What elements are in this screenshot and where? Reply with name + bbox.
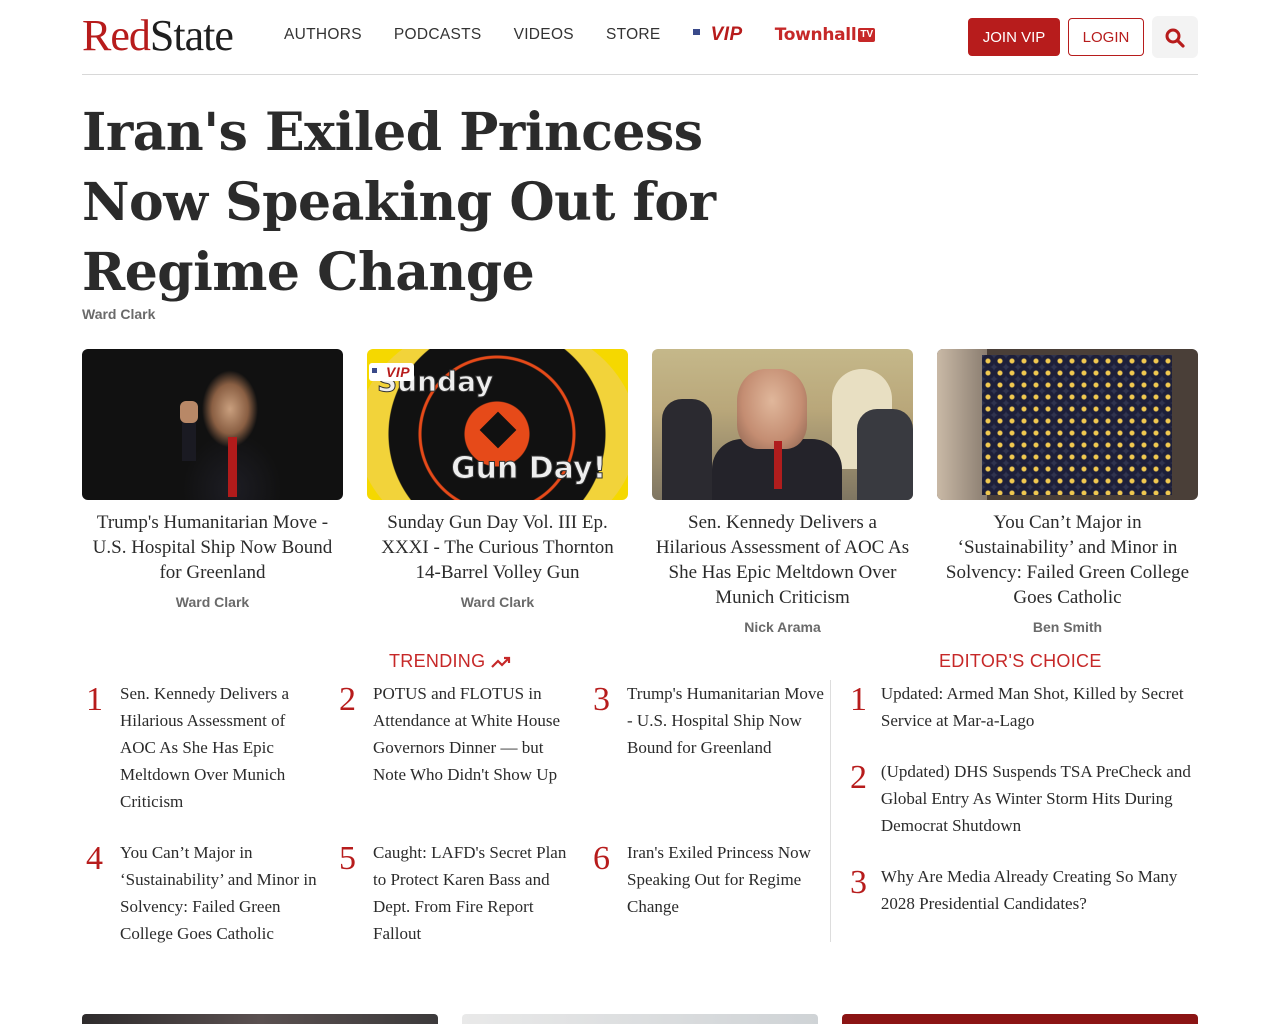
editors-choice-rank: 1 bbox=[850, 681, 867, 718]
nav-authors[interactable]: AUTHORS bbox=[284, 24, 362, 46]
trending-link[interactable]: Sen. Kennedy Delivers a Hilarious Assess… bbox=[120, 680, 320, 815]
nav-podcasts[interactable]: PODCASTS bbox=[394, 24, 482, 46]
card-title[interactable]: Sunday Gun Day Vol. III Ep. XXXI - The C… bbox=[367, 510, 628, 585]
card-title[interactable]: You Can’t Major in ‘Sustainability’ and … bbox=[937, 510, 1198, 610]
trending-item[interactable]: 2 POTUS and FLOTUS in Attendance at Whit… bbox=[335, 680, 575, 788]
flag-icon bbox=[692, 29, 709, 41]
editors-choice-link[interactable]: (Updated) DHS Suspends TSA PreCheck and … bbox=[881, 758, 1198, 839]
logo-red-part: Red bbox=[82, 11, 151, 60]
bottom-card-image[interactable] bbox=[842, 1014, 1198, 1024]
card-image[interactable] bbox=[937, 349, 1198, 500]
search-button[interactable] bbox=[1152, 16, 1198, 58]
site-header: RedState AUTHORS PODCASTS VIDEOS STORE V… bbox=[82, 0, 1198, 75]
card-article[interactable]: You Can’t Major in ‘Sustainability’ and … bbox=[937, 349, 1198, 635]
site-logo[interactable]: RedState bbox=[82, 11, 234, 60]
trending-item[interactable]: 4 You Can’t Major in ‘Sustainability’ an… bbox=[82, 839, 322, 947]
trending-link[interactable]: Iran's Exiled Princess Now Speaking Out … bbox=[627, 839, 827, 920]
trending-item[interactable]: 3 Trump's Humanitarian Move - U.S. Hospi… bbox=[589, 680, 829, 761]
card-author[interactable]: Ben Smith bbox=[937, 619, 1198, 635]
card-author[interactable]: Ward Clark bbox=[82, 594, 343, 610]
trending-rank: 1 bbox=[86, 681, 103, 718]
card-author[interactable]: Ward Clark bbox=[367, 594, 628, 610]
nav-store[interactable]: STORE bbox=[606, 24, 661, 46]
editors-choice-rank: 3 bbox=[850, 864, 867, 901]
card-author[interactable]: Nick Arama bbox=[652, 619, 913, 635]
join-vip-button[interactable]: JOIN VIP bbox=[968, 18, 1060, 56]
main-nav: AUTHORS PODCASTS VIDEOS STORE VIP Townha… bbox=[284, 24, 876, 46]
trending-up-icon bbox=[491, 656, 511, 668]
card-title[interactable]: Sen. Kennedy Delivers a Hilarious Assess… bbox=[652, 510, 913, 610]
tv-badge: TV bbox=[858, 28, 876, 42]
card-article[interactable]: Trump's Humanitarian Move - U.S. Hospita… bbox=[82, 349, 343, 635]
editors-choice-link[interactable]: Updated: Armed Man Shot, Killed by Secre… bbox=[881, 680, 1198, 734]
card-image[interactable] bbox=[652, 349, 913, 500]
search-icon bbox=[1165, 28, 1185, 48]
trending-label: TRENDING bbox=[389, 651, 486, 671]
card-image[interactable] bbox=[82, 349, 343, 500]
vip-badge: VIP bbox=[369, 363, 415, 381]
bottom-card-image[interactable] bbox=[82, 1014, 438, 1024]
editors-choice-rank: 2 bbox=[850, 759, 867, 796]
card-article[interactable]: Sen. Kennedy Delivers a Hilarious Assess… bbox=[652, 349, 913, 635]
flag-icon bbox=[372, 367, 384, 377]
login-button[interactable]: LOGIN bbox=[1068, 18, 1144, 56]
trending-item[interactable]: 1 Sen. Kennedy Delivers a Hilarious Asse… bbox=[82, 680, 322, 815]
nav-vip[interactable]: VIP bbox=[692, 24, 743, 46]
card-article[interactable]: Sunday Gun Day! VIP Sunday Gun Day Vol. … bbox=[367, 349, 628, 635]
trending-link[interactable]: POTUS and FLOTUS in Attendance at White … bbox=[373, 680, 573, 788]
card-title[interactable]: Trump's Humanitarian Move - U.S. Hospita… bbox=[82, 510, 343, 585]
trending-link[interactable]: You Can’t Major in ‘Sustainability’ and … bbox=[120, 839, 320, 947]
bottom-card-image[interactable] bbox=[462, 1014, 818, 1024]
editors-choice-item[interactable]: 2 (Updated) DHS Suspends TSA PreCheck an… bbox=[846, 758, 1198, 839]
main-author[interactable]: Ward Clark bbox=[82, 306, 155, 322]
trending-rank: 5 bbox=[339, 840, 356, 877]
featured-cards: Trump's Humanitarian Move - U.S. Hospita… bbox=[82, 349, 1198, 635]
trending-rank: 2 bbox=[339, 681, 356, 718]
trending-item[interactable]: 5 Caught: LAFD's Secret Plan to Protect … bbox=[335, 839, 575, 947]
editors-choice-item[interactable]: 3 Why Are Media Already Creating So Many… bbox=[846, 863, 1198, 917]
trending-link[interactable]: Caught: LAFD's Secret Plan to Protect Ka… bbox=[373, 839, 573, 947]
trending-link[interactable]: Trump's Humanitarian Move - U.S. Hospita… bbox=[627, 680, 827, 761]
trending-rank: 3 bbox=[593, 681, 610, 718]
editors-choice-link[interactable]: Why Are Media Already Creating So Many 2… bbox=[881, 863, 1198, 917]
main-headline[interactable]: Iran's Exiled Princess Now Speaking Out … bbox=[82, 98, 782, 308]
logo-dark-part: State bbox=[149, 11, 234, 60]
nav-townhall-tv[interactable]: Townhall TV bbox=[774, 25, 876, 45]
section-divider bbox=[830, 680, 831, 942]
vip-label: VIP bbox=[710, 24, 743, 45]
trending-heading: TRENDING bbox=[389, 651, 511, 672]
trending-rank: 6 bbox=[593, 840, 610, 877]
editors-choice-item[interactable]: 1 Updated: Armed Man Shot, Killed by Sec… bbox=[846, 680, 1198, 734]
nav-videos[interactable]: VIDEOS bbox=[514, 24, 574, 46]
card-image[interactable]: Sunday Gun Day! VIP bbox=[367, 349, 628, 500]
vip-badge-label: VIP bbox=[386, 364, 411, 380]
image-text: Gun Day! bbox=[450, 451, 607, 487]
trending-item[interactable]: 6 Iran's Exiled Princess Now Speaking Ou… bbox=[589, 839, 829, 920]
editors-choice-heading: EDITOR'S CHOICE bbox=[939, 651, 1102, 671]
trending-rank: 4 bbox=[86, 840, 103, 877]
townhall-label: Townhall bbox=[774, 25, 857, 45]
